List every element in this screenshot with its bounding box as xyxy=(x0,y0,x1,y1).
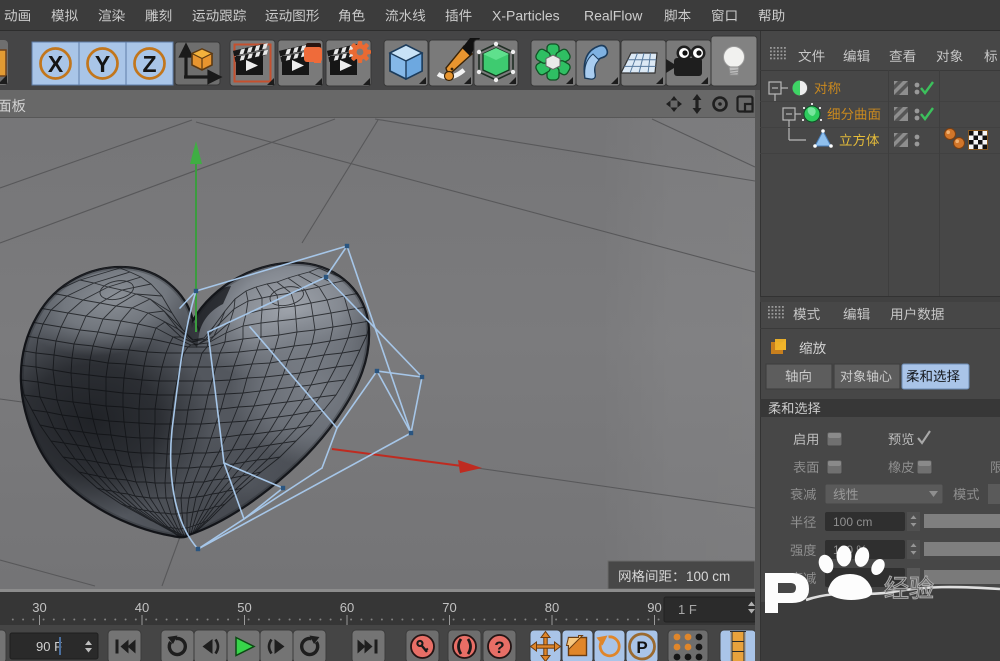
svg-text:30: 30 xyxy=(32,600,46,615)
svg-text:70: 70 xyxy=(442,600,456,615)
svg-text:P: P xyxy=(636,638,647,657)
svg-text:90 F: 90 F xyxy=(36,639,62,654)
svg-text:80: 80 xyxy=(545,600,559,615)
svg-text:X-Particles: X-Particles xyxy=(492,8,560,24)
svg-text:40: 40 xyxy=(135,600,149,615)
svg-text:50: 50 xyxy=(237,600,251,615)
svg-text:100 cm: 100 cm xyxy=(686,569,730,584)
svg-text:100 cm: 100 cm xyxy=(833,515,872,529)
svg-text:Z: Z xyxy=(142,51,156,77)
svg-text:Y: Y xyxy=(95,51,110,77)
svg-text:?: ? xyxy=(494,638,504,657)
svg-text:90: 90 xyxy=(647,600,661,615)
svg-text:RealFlow: RealFlow xyxy=(584,8,643,24)
svg-text:1 F: 1 F xyxy=(678,602,697,617)
svg-text:X: X xyxy=(48,51,64,77)
svg-text:60: 60 xyxy=(340,600,354,615)
